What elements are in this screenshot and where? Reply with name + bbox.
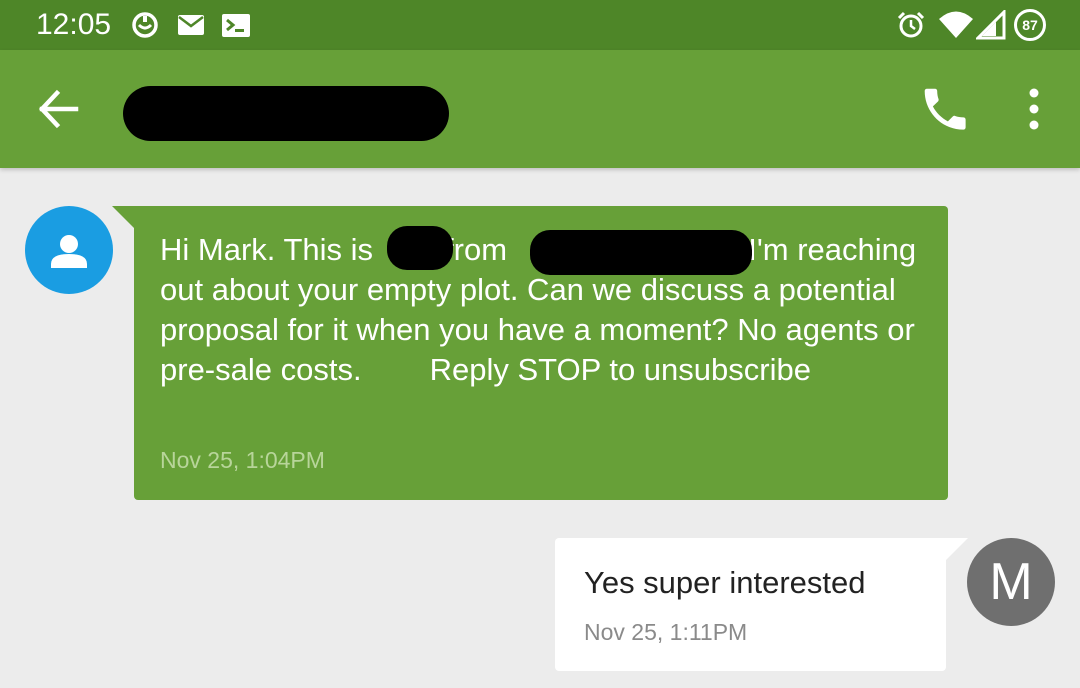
person-icon: [51, 235, 87, 268]
redacted-company-name: [530, 230, 752, 275]
contact-name-redacted: [123, 86, 449, 141]
outgoing-bubble-tail: [946, 538, 968, 560]
user-avatar[interactable]: M: [967, 538, 1055, 626]
mail-icon: [178, 15, 204, 35]
outgoing-message-timestamp: Nov 25, 1:11PM: [584, 619, 748, 645]
more-vert-icon[interactable]: [1010, 80, 1058, 138]
incoming-bubble-tail: [112, 206, 134, 228]
arrow-back-icon[interactable]: [28, 80, 90, 138]
status-bar: 12:05 87: [0, 0, 1080, 50]
terminal-icon: [222, 14, 250, 37]
outgoing-message-text: Yes super interested: [584, 565, 866, 600]
battery-icon: 87: [1014, 9, 1046, 41]
app-bar: [0, 50, 1080, 168]
contact-avatar[interactable]: [25, 206, 113, 294]
incoming-message-timestamp: Nov 25, 1:04PM: [160, 447, 325, 473]
signal-icon: [976, 10, 1006, 40]
smile-notification-icon: [132, 12, 158, 38]
redacted-sender-name: [387, 226, 453, 270]
alarm-icon: [897, 11, 925, 38]
battery-level: 87: [1022, 17, 1038, 33]
wifi-icon: [939, 11, 973, 38]
phone-icon[interactable]: [914, 78, 976, 140]
status-time: 12:05: [36, 8, 112, 41]
outgoing-message-bubble[interactable]: [555, 538, 946, 671]
